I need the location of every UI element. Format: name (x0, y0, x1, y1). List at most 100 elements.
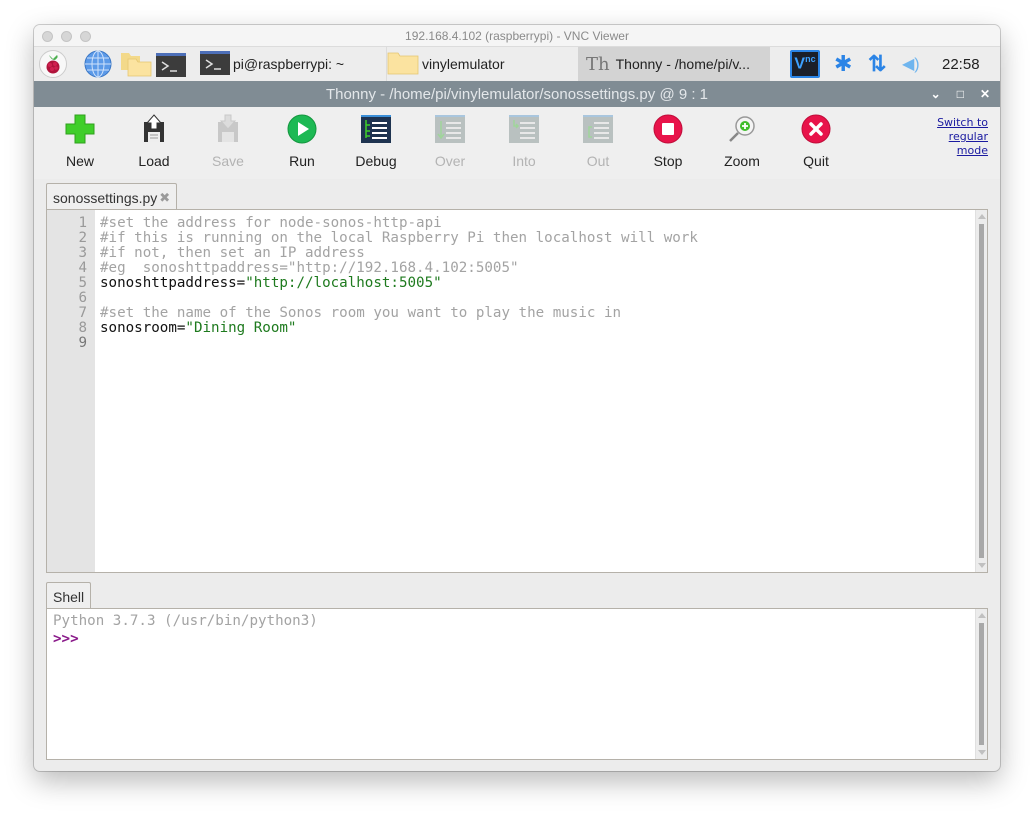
code-token-comment: #if not, then set an IP address (100, 245, 365, 261)
save-button[interactable]: Save (198, 113, 258, 169)
zoom-button[interactable]: Zoom (712, 113, 772, 169)
run-button[interactable]: Run (272, 113, 332, 169)
close-icon[interactable]: ✕ (980, 87, 990, 101)
line-number: 2 (78, 230, 87, 246)
vnc-title: 192.168.4.102 (raspberrypi) - VNC Viewer (405, 29, 629, 43)
editor-scrollbar[interactable] (975, 210, 987, 572)
scrollbar-thumb[interactable] (979, 224, 984, 558)
tab-sonossettings[interactable]: sonossettings.py ✖ (46, 183, 178, 211)
code-token-comment: #eg sonoshttpaddress="http://192.168.4.1… (100, 260, 519, 276)
vnc-icon: Vnc (794, 54, 816, 73)
step-over-icon (435, 115, 465, 143)
code-editor[interactable]: 123456789 #set the address for node-sono… (46, 209, 988, 573)
quit-button[interactable]: Quit (786, 113, 846, 169)
code-token-comment: #set the address for node-sonos-http-api (100, 215, 442, 231)
thonny-icon: Th (586, 53, 610, 75)
code-token-comment: #if this is running on the local Raspber… (100, 230, 698, 246)
code-line[interactable]: #eg sonoshttpaddress="http://192.168.4.1… (100, 261, 698, 276)
code-line[interactable]: #set the name of the Sonos room you want… (100, 306, 698, 321)
scroll-up-icon[interactable] (978, 214, 986, 219)
task-label: vinylemulator (422, 56, 505, 72)
code-line[interactable]: #set the address for node-sonos-http-api (100, 216, 698, 231)
thonny-window-title: Thonny - /home/pi/vinylemulator/sonosset… (325, 85, 709, 103)
maximize-icon[interactable]: □ (957, 87, 964, 101)
step-into-button[interactable]: Into (494, 113, 554, 169)
code-token-comment: #set the name of the Sonos room you want… (100, 305, 622, 321)
toolbar: New Load Save Run Debug Over Into Out St… (34, 107, 1000, 179)
code-line[interactable]: #if this is running on the local Raspber… (100, 231, 698, 246)
line-number: 1 (78, 215, 87, 231)
scroll-down-icon[interactable] (978, 563, 986, 568)
new-button[interactable]: New (50, 113, 110, 169)
vnc-titlebar: 192.168.4.102 (raspberrypi) - VNC Viewer (34, 25, 1000, 49)
step-out-icon (583, 115, 613, 143)
code-token-ident: sonoshttpaddress= (100, 275, 246, 291)
shell-banner: Python 3.7.3 (/usr/bin/python3) (53, 613, 318, 629)
line-number: 3 (78, 245, 87, 261)
scroll-up-icon[interactable] (978, 613, 986, 618)
code-token-ident: sonosroom= (100, 320, 186, 336)
tab-label: sonossettings.py (53, 189, 158, 206)
code-line[interactable] (100, 291, 698, 306)
line-number: 6 (78, 290, 87, 306)
task-terminal[interactable]: pi@raspberrypi: ~ (198, 47, 386, 81)
vnc-viewer-window: 192.168.4.102 (raspberrypi) - VNC Viewer (34, 25, 1000, 771)
minimize-icon[interactable]: ⌄ (931, 87, 941, 101)
taskbar: pi@raspberrypi: ~ vinylemulator Th Thonn… (34, 47, 1000, 81)
task-label: pi@raspberrypi: ~ (233, 56, 345, 72)
task-file-manager[interactable]: vinylemulator (386, 47, 576, 81)
shell-console[interactable]: Python 3.7.3 (/usr/bin/python3) >>> (46, 608, 988, 760)
task-thonny[interactable]: Th Thonny - /home/pi/v... (578, 47, 770, 81)
code-line[interactable]: sonoshttpaddress="http://localhost:5005" (100, 276, 698, 291)
line-number: 5 (78, 275, 87, 291)
scrollbar-thumb[interactable] (979, 623, 984, 745)
file-manager-button[interactable] (120, 51, 152, 77)
shell-scrollbar[interactable] (975, 609, 987, 759)
debug-icon (361, 115, 391, 143)
line-number: 8 (78, 320, 87, 336)
line-number: 9 (78, 335, 87, 351)
line-number-gutter: 123456789 (47, 210, 95, 572)
task-label: Thonny - /home/pi/v... (615, 56, 750, 72)
shell-prompt[interactable]: >>> (53, 630, 318, 648)
code-line[interactable]: #if not, then set an IP address (100, 246, 698, 261)
tab-shell[interactable]: Shell (46, 582, 92, 610)
bluetooth-icon[interactable]: ✱ (834, 47, 852, 81)
new-file-icon (65, 114, 95, 144)
web-browser-button[interactable] (84, 50, 112, 78)
quit-icon (801, 114, 831, 144)
step-over-button[interactable]: Over (420, 113, 480, 169)
clock[interactable]: 22:58 (942, 47, 980, 81)
stop-icon (653, 114, 683, 144)
line-number: 7 (78, 305, 87, 321)
vnc-server-tray-button[interactable]: Vnc (790, 50, 820, 78)
step-out-button[interactable]: Out (568, 113, 628, 169)
terminal-icon (200, 50, 230, 75)
debug-button[interactable]: Debug (346, 113, 406, 169)
stop-button[interactable]: Stop (638, 113, 698, 169)
raspberry-pi-menu-button[interactable] (39, 50, 67, 78)
code-line[interactable]: sonosroom="Dining Room" (100, 321, 698, 336)
code-text[interactable]: #set the address for node-sonos-http-api… (100, 216, 698, 351)
code-token-string: "Dining Room" (185, 320, 297, 336)
scroll-down-icon[interactable] (978, 750, 986, 755)
thonny-titlebar: Thonny - /home/pi/vinylemulator/sonosset… (34, 81, 1000, 107)
zoom-icon (729, 116, 755, 142)
folder-icon (387, 52, 419, 74)
line-number: 4 (78, 260, 87, 276)
tab-label: Shell (53, 588, 85, 605)
raspberry-pi-icon (46, 55, 60, 74)
switch-to-regular-mode-link[interactable]: Switch to regular mode (937, 116, 988, 158)
code-line[interactable] (100, 336, 698, 351)
close-tab-icon[interactable]: ✖ (159, 190, 170, 206)
network-icon[interactable]: ⇅ (868, 47, 886, 81)
load-button[interactable]: Load (124, 113, 184, 169)
volume-icon[interactable]: ◀) (902, 47, 920, 81)
terminal-icon (156, 53, 186, 77)
globe-icon (84, 50, 112, 78)
save-icon (218, 114, 238, 142)
terminal-launcher-button[interactable] (156, 53, 186, 77)
step-into-icon (509, 115, 539, 143)
code-token-string: "http://localhost:5005" (245, 275, 442, 291)
folder-icon (121, 53, 152, 77)
